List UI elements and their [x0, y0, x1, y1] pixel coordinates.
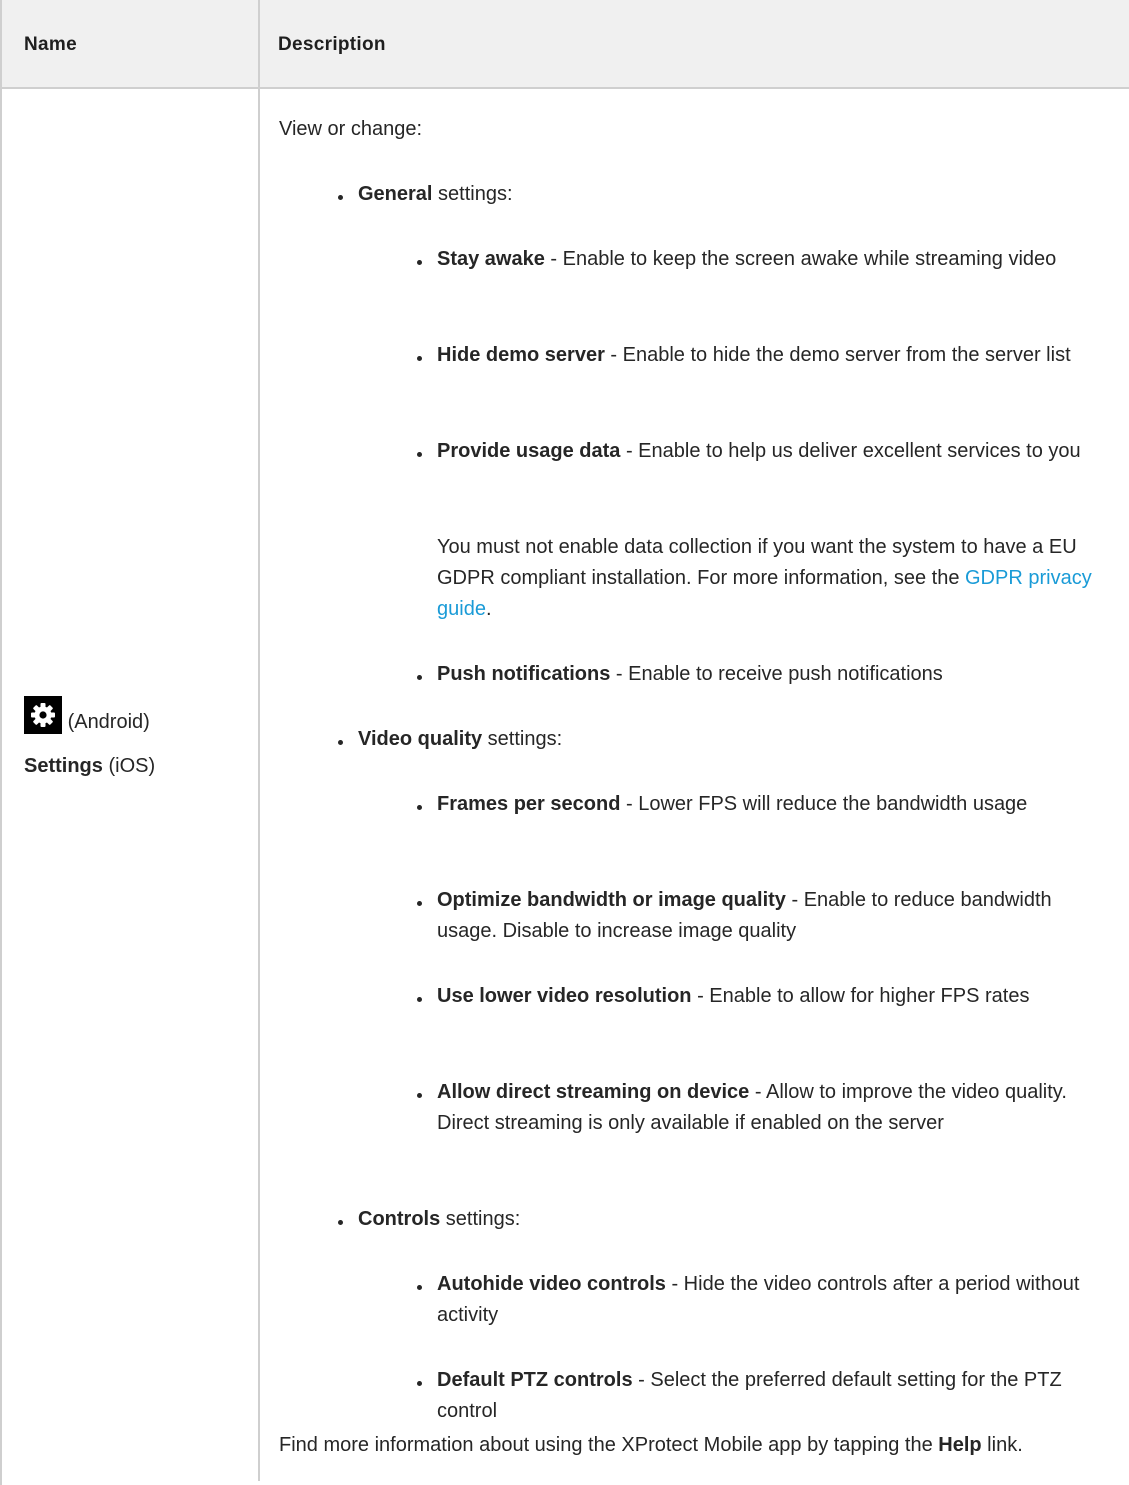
list-item-autohide-video-controls: Autohide video controls - Hide the video…	[417, 1273, 1080, 1326]
table-header: Name Description	[2, 0, 1129, 89]
list-item-provide-usage-data: Provide usage data - Enable to help us d…	[417, 440, 1081, 462]
list-item-frames-per-second: Frames per second - Lower FPS will reduc…	[417, 793, 1028, 815]
list-item-push-notifications: Push notifications - Enable to receive p…	[417, 663, 943, 685]
column-divider	[258, 0, 260, 1481]
gdpr-note: You must not enable data collection if y…	[437, 536, 1092, 620]
list-item-general: General settings:	[338, 183, 513, 205]
header-name: Name	[24, 34, 77, 55]
list-item-hide-demo-server: Hide demo server - Enable to hide the de…	[417, 344, 1071, 366]
list-item-controls: Controls settings:	[338, 1208, 521, 1230]
list-item-direct-streaming: Allow direct streaming on device - Allow…	[417, 1081, 1067, 1134]
ios-label: (iOS)	[108, 755, 156, 777]
android-label: (Android)	[67, 711, 150, 733]
footer-text: Find more information about using the XP…	[279, 1434, 1023, 1456]
settings-label: Settings	[24, 755, 103, 777]
list-item-video-quality: Video quality settings:	[338, 728, 563, 750]
list-item-default-ptz-controls: Default PTZ controls - Select the prefer…	[417, 1369, 1062, 1422]
settings-table: Name Description (Android) Settings (iOS…	[0, 0, 1129, 1485]
name-cell: (Android) Settings (iOS)	[24, 696, 254, 792]
list-item-lower-video-resolution: Use lower video resolution - Enable to a…	[417, 985, 1030, 1007]
intro-text: View or change:	[279, 118, 423, 140]
list-item-optimize-bandwidth: Optimize bandwidth or image quality - En…	[417, 889, 1052, 942]
list-item-stay-awake: Stay awake - Enable to keep the screen a…	[417, 248, 1057, 270]
help-label: Help	[938, 1434, 982, 1456]
header-description: Description	[278, 34, 386, 55]
gear-icon	[24, 696, 62, 734]
